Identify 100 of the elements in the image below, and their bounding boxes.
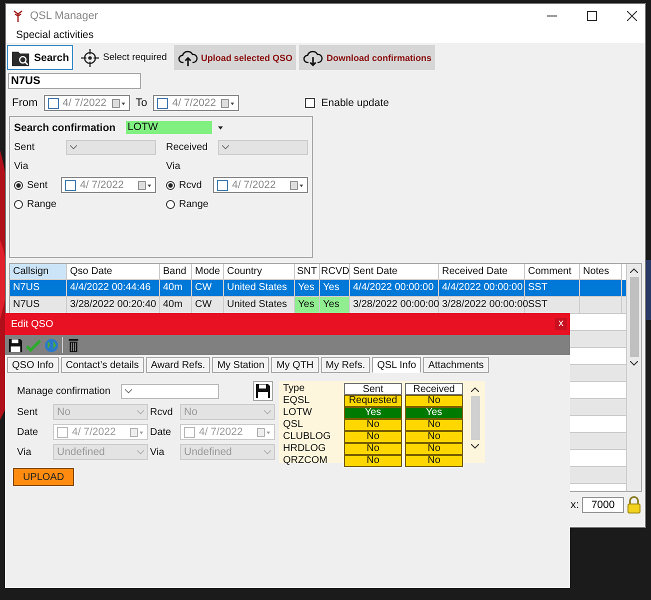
column-header: Received [405, 383, 463, 395]
field-label: Rcvd [150, 406, 174, 418]
date-picker[interactable]: 4/ 7/2022 [153, 95, 240, 111]
chevron-down-icon[interactable] [471, 444, 479, 449]
date-picker[interactable]: 4/ 7/2022 [61, 177, 156, 193]
radio-button[interactable] [14, 180, 23, 190]
table-cell-text: HRDLOG [283, 443, 327, 455]
table-cell-text: CLUBLOG [283, 431, 332, 443]
table-cell-text: QRZCOM [283, 455, 328, 467]
column-header[interactable]: Sent Date [350, 264, 439, 280]
toolbar-button[interactable]: Select required [76, 45, 171, 70]
toolbar-button[interactable]: Download confirmations [299, 45, 436, 70]
table-cell-text: LOTW [283, 407, 313, 419]
crosshair-icon [80, 48, 100, 66]
scroll-thumb[interactable] [470, 396, 480, 440]
calendar-icon [221, 98, 236, 108]
radio-label: Rcvd [179, 180, 203, 190]
field-label: Date [17, 426, 40, 438]
table-row[interactable]: N7US 4/4/2022 00:44:46 40m CW United States Yes Yes 4/4/2022 00:00:00 4/4/2022 00:00:00 SST [10, 280, 626, 297]
antenna-icon [12, 10, 24, 22]
cloud-upload-icon [178, 48, 198, 66]
field-label: Sent [14, 142, 36, 152]
status-cell: No [405, 395, 463, 407]
calendar-icon [130, 428, 144, 436]
radio-button[interactable] [166, 180, 175, 190]
group-title: Search confirmation [14, 122, 116, 134]
table-cell: Yes [320, 297, 350, 313]
checkmark-icon[interactable] [26, 338, 41, 352]
confirmation-dropdown[interactable]: LOTW [126, 121, 212, 134]
field-label: Received [166, 142, 209, 152]
chevron-down-icon[interactable] [630, 361, 638, 366]
table-cell-text: QSL [283, 419, 304, 431]
chevron-up-icon[interactable] [471, 387, 479, 392]
table-cell: 4/4/2022 00:44:46 [67, 280, 160, 296]
status-cell: No [344, 431, 402, 443]
folder-search-icon [11, 48, 31, 66]
save-button[interactable] [253, 381, 273, 401]
chevron-icon [137, 450, 144, 454]
field-label: Sent [17, 406, 39, 418]
date-picker[interactable]: 4/ 7/2022 [213, 177, 308, 193]
radio-button[interactable] [14, 200, 23, 208]
status-cell: No [344, 443, 402, 455]
table-cell: CW [192, 280, 224, 296]
column-header[interactable]: Received Date [439, 264, 525, 280]
status-cell: No [405, 431, 463, 443]
scroll-thumb[interactable] [630, 277, 638, 357]
table-cell-text: EQSL [283, 395, 311, 407]
cloud-download-icon [303, 48, 324, 66]
chevron-icon [125, 388, 132, 394]
column-header[interactable]: Comment [525, 264, 580, 280]
chevron-icon [70, 144, 77, 150]
column-header[interactable]: Mode [192, 264, 224, 280]
callsign-field[interactable]: N7US [8, 73, 141, 89]
maximize-icon[interactable] [587, 10, 597, 20]
column-header[interactable]: Callsign [10, 264, 67, 280]
status-cell: No [405, 419, 463, 431]
status-cell: No [344, 419, 402, 431]
column-header[interactable]: Band [160, 264, 192, 280]
to-label: To [136, 97, 148, 109]
status-cell: No [405, 443, 463, 455]
status-cell: Yes [344, 407, 402, 419]
toolbar-button[interactable]: Search [7, 45, 74, 70]
column-header[interactable]: Qso Date [67, 264, 160, 280]
max-field[interactable]: 7000 [582, 497, 624, 513]
table-cell: Yes [320, 280, 350, 296]
field-label: Via [14, 160, 30, 172]
save-icon[interactable] [8, 338, 23, 352]
table-row[interactable]: N7US 3/28/2022 00:20:40 40m CW United States Yes Yes 3/28/2022 00:00:00 3/28/2022 00:00:00SST [10, 297, 626, 314]
chevron-icon [137, 410, 144, 414]
checkbox[interactable] [305, 98, 316, 108]
menu-item[interactable]: Special activities [16, 29, 94, 41]
chevron-icon [264, 410, 271, 414]
window-title: QSL Manager [30, 10, 98, 22]
status-cell: No [405, 455, 463, 467]
calendar-icon [257, 428, 271, 436]
chevron-up-icon[interactable] [630, 268, 638, 273]
toolbar-button[interactable]: Upload selected QSO [174, 45, 296, 70]
table-cell: SST [525, 280, 580, 296]
date-picker[interactable]: 4/ 7/2022 [44, 95, 130, 111]
trash-icon[interactable] [66, 338, 81, 352]
save-icon [255, 383, 271, 399]
column-header[interactable]: RCVD [320, 264, 350, 280]
field-label: Date [150, 426, 172, 438]
calendar-icon [290, 180, 304, 190]
status-cell: No [344, 455, 402, 467]
column-header[interactable]: Notes [580, 264, 622, 280]
field-label: Manage confirmation [17, 386, 112, 396]
calendar-icon [138, 180, 152, 190]
chevron-icon [264, 450, 271, 454]
field-label: Via [17, 446, 32, 458]
from-label: From [12, 97, 38, 109]
caret-icon[interactable] [218, 126, 223, 130]
lock-icon[interactable] [627, 496, 641, 514]
radio-button[interactable] [166, 200, 175, 208]
field-label: Via [166, 160, 182, 172]
close-icon[interactable] [627, 10, 637, 20]
radio-label: Range [27, 198, 57, 210]
scrollbar[interactable] [626, 264, 641, 491]
column-header[interactable]: SNT [295, 264, 320, 280]
column-header[interactable]: Country [224, 264, 295, 280]
